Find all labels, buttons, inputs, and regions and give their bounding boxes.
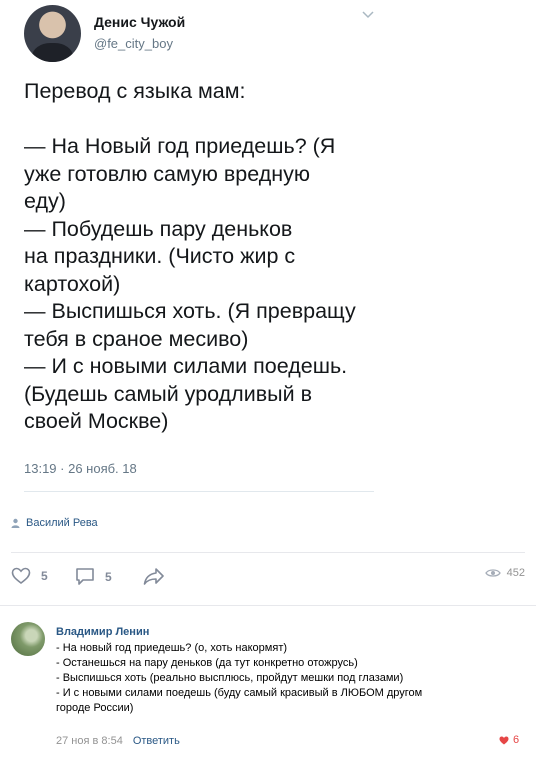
comment-like-count: 6 — [513, 734, 520, 746]
tweet-line: картохой) — [24, 271, 121, 296]
attribution-name: Василий Рева — [26, 517, 98, 529]
divider — [0, 605, 536, 606]
comment-line: - На новый год приедешь? (о, хоть накорм… — [56, 642, 288, 654]
comment-line: - И с новыми силами поедешь (буду самый … — [56, 687, 423, 699]
share-button[interactable] — [143, 567, 165, 585]
tweet-line: еду) — [24, 189, 66, 213]
comment-meta: 27 ноя в 8:54 Ответить — [56, 735, 180, 747]
tweet-line: — На Новый год приедешь? (Я — [24, 134, 336, 158]
tweet-line: тебя в сраное месиво) — [24, 326, 249, 351]
post-actions: 5 5 452 — [11, 567, 525, 589]
tweet-line: уже готовлю самую вредную — [24, 161, 311, 186]
comment-button[interactable]: 5 — [75, 567, 112, 586]
author-handle: @fe_city_boy — [94, 36, 173, 51]
comment-icon — [76, 568, 94, 585]
heart-icon — [499, 736, 509, 744]
eye-icon — [484, 569, 501, 577]
tweet-screenshot: Денис Чужой @fe_city_boy Перевод с языка… — [0, 0, 536, 510]
share-icon — [143, 568, 164, 585]
comment-text: - На новый год приедешь? (о, хоть накорм… — [56, 641, 506, 716]
commenter-avatar[interactable] — [11, 622, 45, 656]
comment-count: 5 — [105, 569, 112, 584]
view-count: 452 — [506, 567, 525, 579]
comment-date[interactable]: 27 ноя в 8:54 — [56, 735, 123, 747]
tweet-line: — И с новыми силами поедешь. — [24, 354, 348, 378]
tweet-line: — Побудешь пару деньков — [24, 216, 293, 241]
comment-line: - Останешься на пару деньков (да тут кон… — [56, 657, 358, 669]
person-icon — [11, 518, 20, 528]
author-name: Денис Чужой — [94, 14, 186, 30]
author-avatar — [24, 5, 81, 62]
tweet-line: своей Москве) — [24, 409, 169, 433]
heart-icon — [11, 567, 31, 585]
reply-link[interactable]: Ответить — [133, 735, 180, 747]
tweet-timestamp: 13:19 · 26 нояб. 18 — [24, 461, 137, 476]
comment-line: городе России) — [56, 702, 134, 714]
divider — [11, 552, 525, 553]
commenter-name[interactable]: Владимир Ленин — [56, 626, 149, 638]
tweet-line: — Выспишься хоть. (Я превращу — [24, 299, 356, 323]
tweet-line: (Будешь самый уродливый в — [24, 381, 313, 406]
view-counter: 452 — [484, 567, 525, 579]
tweet-divider — [24, 491, 374, 492]
post-attribution[interactable]: Василий Рева — [11, 517, 98, 529]
like-button[interactable]: 5 — [11, 567, 48, 585]
comment-like-button[interactable]: 6 — [499, 734, 519, 746]
caret-down-icon — [362, 11, 374, 19]
tweet-line: Перевод с языка мам: — [24, 79, 246, 103]
comment-line: - Выспишься хоть (реально высплюсь, прой… — [56, 672, 404, 684]
tweet-line: на праздники. (Чисто жир с — [24, 244, 296, 268]
like-count: 5 — [41, 569, 48, 583]
tweet-text: Перевод с языка мам: — На Новый год прие… — [24, 78, 384, 436]
